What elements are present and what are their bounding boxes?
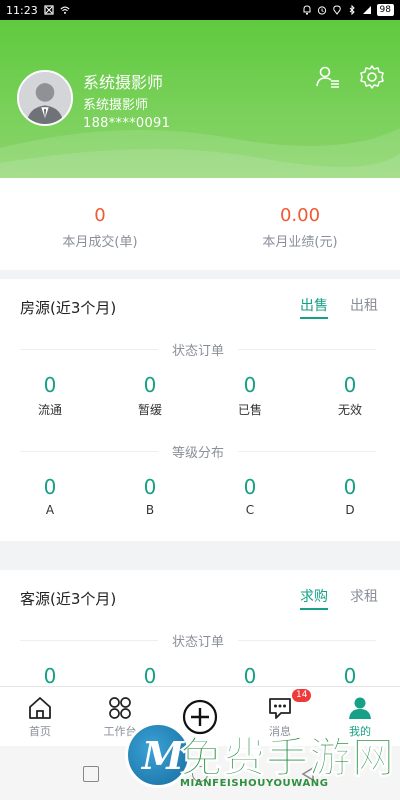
notification-icon [44,5,54,15]
cell-label: C [245,503,255,517]
monthly-stats: 0 本月成交(单) 0.00 本月业绩(元) [0,178,400,270]
avatar[interactable] [17,70,73,126]
grid-cell[interactable]: 0 [100,664,200,686]
site-watermark: M 免费手游网 MIANFEISHOUYOUWANG [125,718,400,800]
section-divider-status: 状态订单 [20,630,376,650]
profile-edit-icon[interactable] [315,64,341,90]
cell-value: 0 [343,373,357,397]
cell-label: D [345,503,355,517]
status-time: 11:23 [6,3,38,17]
cell-value: 0 [243,475,257,499]
grid-cell-level-a[interactable]: 0 A [0,475,100,517]
grid-cell-level-d[interactable]: 0 D [300,475,400,517]
section-label: 等级分布 [172,445,225,461]
stat-value: 0.00 [279,205,321,226]
cell-label: 流通 [37,403,62,417]
house-source-card: 房源(近3个月) 出售 出租 状态订单 0 流通 0 暂缓 0 已售 0 无效 … [0,279,400,541]
bluetooth-icon [349,5,355,15]
grid-cell-sold[interactable]: 0 已售 [200,373,300,418]
section-label: 状态订单 [172,343,225,359]
grid-cell-invalid[interactable]: 0 无效 [300,373,400,418]
tab-lease[interactable]: 求租 [350,586,378,606]
avatar-placeholder-icon [19,72,71,124]
status-bar: 11:23 98 [0,0,400,20]
client-source-card: 客源(近3个月) 求购 求租 状态订单 0 0 0 0 [0,570,400,686]
tab-home[interactable]: 首页 [0,687,80,746]
cell-label: 暂缓 [137,403,162,417]
grid-cell-level-b[interactable]: 0 B [100,475,200,517]
cell-value: 0 [43,475,57,499]
watermark-text-en: MIANFEISHOUYOUWANG [180,778,329,789]
grid-cell[interactable]: 0 [300,664,400,686]
user-phone: 188****0091 [83,116,171,131]
cell-value: 0 [243,664,257,686]
user-name: 系统摄影师 [83,73,164,92]
user-role: 系统摄影师 [83,98,149,113]
watermark-text-cn: 免费手游网 [179,733,396,783]
cell-value: 0 [243,373,257,397]
stat-label: 本月业绩(元) [262,235,338,250]
watermark-logo-letter: M [142,733,185,778]
section-divider-status: 状态订单 [20,339,376,359]
profile-header: 系统摄影师 系统摄影师 188****0091 [0,20,400,178]
grid-cell[interactable]: 0 [0,664,100,686]
level-grid: 0 A 0 B 0 C 0 D [0,475,400,517]
bell-icon [303,5,311,15]
cell-value: 0 [343,475,357,499]
signal-icon [362,6,371,14]
wifi-icon [60,6,70,14]
cell-value: 0 [143,664,157,686]
grid-cell[interactable]: 0 [200,664,300,686]
location-icon [332,5,341,15]
alarm-icon [317,6,326,15]
cell-value: 0 [143,373,157,397]
card-title: 房源(近3个月) [20,299,117,317]
cell-value: 0 [43,664,57,686]
tab-label: 首页 [29,725,51,738]
grid-cell-suspended[interactable]: 0 暂缓 [100,373,200,418]
unread-badge: 14 [292,689,312,702]
section-divider-level: 等级分布 [20,441,376,461]
grid-cell-level-c[interactable]: 0 C [200,475,300,517]
card-title: 客源(近3个月) [20,590,117,608]
home-icon [29,697,51,719]
settings-gear-icon[interactable] [359,64,385,90]
stat-value: 0 [94,205,106,226]
stat-monthly-performance[interactable]: 0.00 本月业绩(元) [200,178,400,270]
status-grid: 0 0 0 0 [0,664,400,686]
tab-buy[interactable]: 求购 [300,586,328,610]
section-label: 状态订单 [172,634,225,650]
stat-monthly-deals[interactable]: 0 本月成交(单) [0,178,200,270]
cell-label: 已售 [237,403,262,417]
battery-indicator: 98 [376,4,394,16]
cell-label: B [145,503,155,517]
cell-label: A [45,503,55,517]
stat-label: 本月成交(单) [62,235,138,250]
tab-sale[interactable]: 出售 [300,295,328,319]
recent-apps-button[interactable] [83,766,99,782]
status-grid: 0 流通 0 暂缓 0 已售 0 无效 [0,373,400,418]
tab-rent[interactable]: 出租 [350,295,378,315]
cell-value: 0 [43,373,57,397]
grid-cell-circulating[interactable]: 0 流通 [0,373,100,418]
cell-value: 0 [143,475,157,499]
cell-value: 0 [343,664,357,686]
cell-label: 无效 [337,403,362,417]
